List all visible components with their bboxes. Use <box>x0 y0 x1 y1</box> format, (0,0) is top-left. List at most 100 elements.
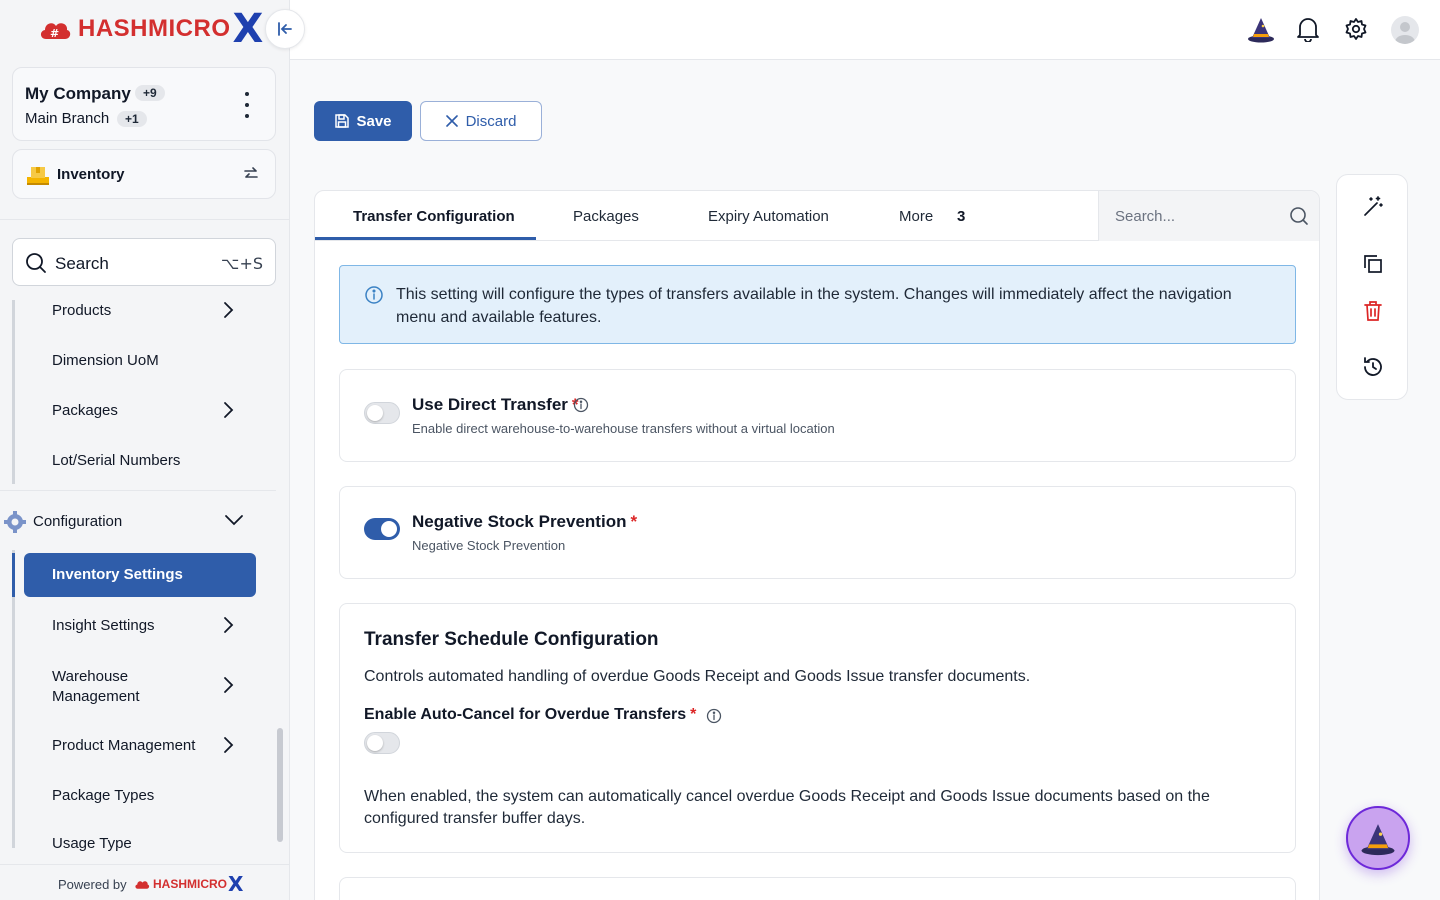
branch-name: Main Branch <box>25 110 110 127</box>
chevron-right-icon[interactable] <box>221 736 235 754</box>
negative-stock-description: Negative Stock Prevention <box>412 538 566 553</box>
powered-by-footer: Powered by HASHMICRO X <box>0 864 289 900</box>
copy-icon[interactable] <box>1361 252 1385 276</box>
ai-assistant-button[interactable] <box>1346 806 1410 870</box>
tab-transfer-configuration[interactable]: Transfer Configuration <box>353 208 515 225</box>
company-switcher[interactable]: My Company +9 Main Branch +1 <box>12 67 276 141</box>
hashmicro-logo[interactable]: # HASHMICRO X <box>38 8 263 50</box>
module-switcher[interactable]: Inventory <box>12 149 276 199</box>
gear-icon <box>4 511 26 533</box>
module-label: Inventory <box>57 166 125 183</box>
collapse-sidebar-button[interactable] <box>265 9 305 49</box>
company-name: My Company <box>25 84 131 103</box>
required-marker: * <box>630 512 638 531</box>
required-marker: * <box>690 706 697 723</box>
cloud-logo-icon <box>135 881 150 889</box>
tab-search-placeholder: Search... <box>1115 208 1176 225</box>
company-count-badge: +9 <box>135 85 165 101</box>
powered-by-logo[interactable]: HASHMICRO X <box>134 874 243 894</box>
direct-transfer-description: Enable direct warehouse-to-warehouse tra… <box>412 421 835 436</box>
brand-x-mark: X <box>232 6 264 52</box>
section-divider <box>0 490 276 491</box>
sidebar-scrollbar[interactable] <box>277 728 283 842</box>
close-icon <box>445 115 458 127</box>
sidebar: # HASHMICRO X My Company +9 Main Branch … <box>0 0 290 900</box>
discard-label: Discard <box>465 112 517 130</box>
bell-icon[interactable] <box>1296 16 1320 42</box>
chevron-right-icon[interactable] <box>221 676 235 694</box>
nav-rail-active <box>12 553 15 597</box>
sidebar-item-insight-settings[interactable]: Insight Settings <box>52 617 155 634</box>
save-icon <box>335 114 350 128</box>
info-banner: This setting will configure the types of… <box>339 265 1296 344</box>
swap-icon[interactable] <box>242 165 260 183</box>
save-label: Save <box>356 112 392 130</box>
history-icon[interactable] <box>1361 355 1385 379</box>
magic-wand-icon[interactable] <box>1361 195 1385 219</box>
top-bar <box>290 0 1440 60</box>
sidebar-item-package-types[interactable]: Package Types <box>52 787 154 804</box>
search-icon <box>1290 207 1308 225</box>
branch-count-badge: +1 <box>117 111 147 127</box>
transfer-schedule-card: Transfer Schedule Configuration Controls… <box>339 603 1296 853</box>
user-avatar-icon <box>1395 22 1415 44</box>
settings-tabs: Transfer Configuration Packages Expiry A… <box>315 191 1319 241</box>
discard-button[interactable]: Discard <box>420 101 542 141</box>
nav-rail <box>12 300 15 484</box>
next-settings-card <box>339 877 1296 900</box>
svg-text:#: # <box>50 27 59 40</box>
chevron-down-icon[interactable] <box>224 513 244 527</box>
search-label: Search <box>55 254 109 273</box>
chevron-right-icon[interactable] <box>221 616 235 634</box>
avatar[interactable] <box>1391 16 1419 44</box>
wizard-hat-icon[interactable] <box>1246 14 1276 44</box>
sidebar-item-dimension-uom[interactable]: Dimension UoM <box>52 352 159 369</box>
chevron-right-icon[interactable] <box>221 401 235 419</box>
sidebar-item-packages[interactable]: Packages <box>52 402 118 419</box>
info-banner-text: This setting will configure the types of… <box>396 286 1232 326</box>
auto-cancel-label-row: Enable Auto-Cancel for Overdue Transfers… <box>364 706 696 724</box>
schedule-description: Controls automated handling of overdue G… <box>364 668 1031 685</box>
sidebar-item-usage-type[interactable]: Usage Type <box>52 835 132 852</box>
direct-transfer-toggle[interactable] <box>364 402 400 424</box>
search-shortcut: ⌥+S <box>221 254 263 273</box>
chevron-right-icon[interactable] <box>221 301 235 319</box>
sidebar-search-input[interactable]: Search ⌥+S <box>12 238 276 286</box>
sidebar-item-lot-serial[interactable]: Lot/Serial Numbers <box>52 452 180 469</box>
action-rail <box>1336 174 1408 400</box>
info-icon[interactable] <box>573 397 589 413</box>
negative-stock-card: Negative Stock Prevention * Negative Stoc… <box>339 486 1296 579</box>
more-options-icon[interactable] <box>239 92 255 118</box>
auto-cancel-toggle[interactable] <box>364 732 400 754</box>
search-icon <box>26 253 46 273</box>
more-count-badge: 3 <box>957 208 966 225</box>
inventory-box-icon <box>27 167 49 185</box>
trash-icon[interactable] <box>1361 299 1385 323</box>
collapse-left-icon <box>278 22 292 36</box>
tab-packages[interactable]: Packages <box>573 208 639 225</box>
tab-more[interactable]: More <box>899 208 933 225</box>
schedule-title: Transfer Schedule Configuration <box>364 629 659 650</box>
sidebar-section-configuration[interactable]: Configuration <box>0 507 289 537</box>
tab-expiry-automation[interactable]: Expiry Automation <box>708 208 829 225</box>
negative-stock-toggle[interactable] <box>364 518 400 540</box>
direct-transfer-card: Use Direct Transfer * Enable direct wareh… <box>339 369 1296 462</box>
sidebar-item-warehouse-management[interactable]: Warehouse Management <box>52 667 172 707</box>
sidebar-item-products[interactable]: Products <box>52 302 111 319</box>
sidebar-item-inventory-settings[interactable]: Inventory Settings <box>24 553 256 597</box>
cloud-logo-icon: # <box>40 23 71 40</box>
powered-brand-name: HASHMICRO <box>153 877 227 891</box>
brand-name: HASHMICRO <box>78 15 231 42</box>
main-content: Save Discard Transfer Configuration Pack… <box>290 60 1440 900</box>
settings-gear-icon[interactable] <box>1344 16 1368 42</box>
powered-brand-mark: X <box>228 872 244 896</box>
tab-search-input[interactable]: Search... <box>1098 191 1319 241</box>
info-icon[interactable] <box>706 708 722 724</box>
active-tab-indicator <box>315 237 536 240</box>
active-item-label: Inventory Settings <box>52 566 183 583</box>
sidebar-item-product-management[interactable]: Product Management <box>52 737 195 754</box>
save-button[interactable]: Save <box>314 101 412 141</box>
info-icon <box>365 286 383 304</box>
configuration-label: Configuration <box>33 513 123 530</box>
direct-transfer-title-row: Use Direct Transfer * <box>412 395 579 415</box>
